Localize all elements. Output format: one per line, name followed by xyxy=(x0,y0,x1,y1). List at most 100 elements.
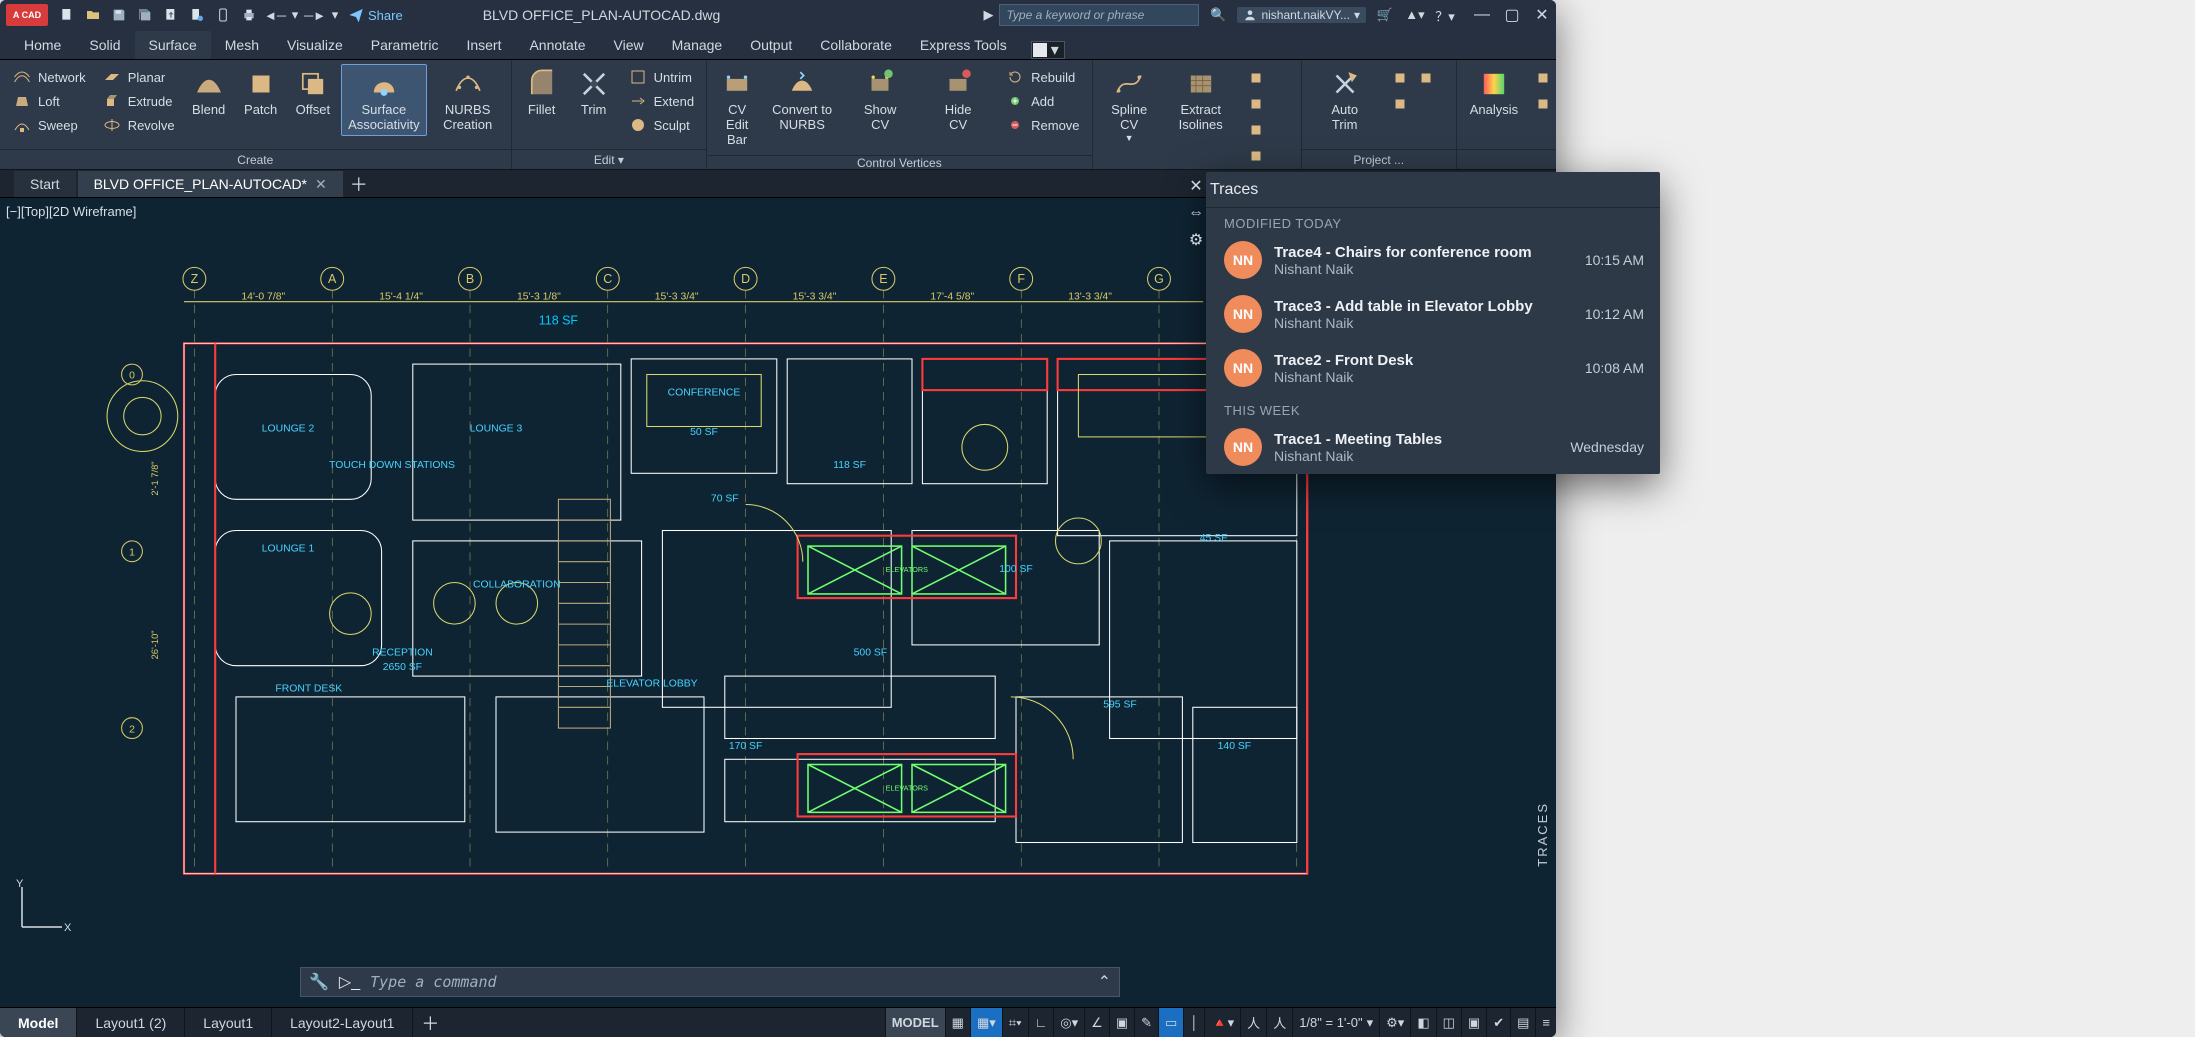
status-gear-icon[interactable]: ⚙▾ xyxy=(1379,1008,1410,1037)
autodesk-icon[interactable]: ▲▾ xyxy=(1404,4,1426,26)
close-button[interactable]: ✕ xyxy=(1528,5,1556,25)
file-tab[interactable]: BLVD OFFICE_PLAN-AUTOCAD*✕ xyxy=(78,171,343,197)
ribbon-analysis-button[interactable]: Analysis xyxy=(1463,64,1525,121)
trace-item[interactable]: NNTrace4 - Chairs for conference roomNis… xyxy=(1206,233,1660,287)
ribbon-untrim-button[interactable]: Untrim xyxy=(624,66,698,88)
maximize-button[interactable]: ▢ xyxy=(1498,5,1526,25)
status-i3-icon[interactable]: ▣ xyxy=(1461,1008,1486,1037)
ribbon-add-button[interactable]: Add xyxy=(1001,90,1083,112)
menu-tab-mesh[interactable]: Mesh xyxy=(211,31,273,59)
status-scale[interactable]: 1/8" = 1'-0" ▾ xyxy=(1292,1008,1379,1037)
ribbon-cv-edit-bar-button[interactable]: CV Edit Bar xyxy=(713,64,761,151)
status-polar-icon[interactable]: ◎▾ xyxy=(1053,1008,1084,1037)
menu-tab-output[interactable]: Output xyxy=(736,31,806,59)
ribbon-sculpt-button[interactable]: Sculpt xyxy=(624,114,698,136)
qat-saveall-icon[interactable] xyxy=(134,4,156,26)
qat-mobile-icon[interactable] xyxy=(212,4,234,26)
menu-tab-home[interactable]: Home xyxy=(10,31,75,59)
ribbon-rebuild-button[interactable]: Rebuild xyxy=(1001,66,1083,88)
ribbon-planar-button[interactable]: Planar xyxy=(98,66,179,88)
ribbon-remove-button[interactable]: Remove xyxy=(1001,114,1083,136)
share-button[interactable]: Share xyxy=(348,7,403,23)
command-line[interactable]: 🔧 ▷_ Type a command ⌃ xyxy=(300,967,1120,997)
search-icon[interactable]: 🔍 xyxy=(1207,4,1229,26)
layout-tab-layout1[interactable]: Layout1 xyxy=(185,1008,272,1037)
menu-tab-parametric[interactable]: Parametric xyxy=(357,31,453,59)
trace-item[interactable]: NNTrace2 - Front DeskNishant Naik10:08 A… xyxy=(1206,341,1660,395)
qat-open-icon[interactable] xyxy=(82,4,104,26)
menu-tab-manage[interactable]: Manage xyxy=(658,31,737,59)
qat-export-icon[interactable] xyxy=(160,4,182,26)
traces-pin-icon[interactable]: ⇔ xyxy=(1188,204,1204,222)
help-icon[interactable]: ？▾ xyxy=(1434,4,1456,26)
qat-save-icon[interactable] xyxy=(108,4,130,26)
ribbon-offset-button[interactable]: Offset xyxy=(289,64,337,121)
status-anno2-icon[interactable]: 人 xyxy=(1266,1008,1292,1037)
status-grid-icon[interactable]: ▦ xyxy=(945,1008,970,1037)
close-tab-icon[interactable]: ✕ xyxy=(315,176,327,193)
ribbon-extract-button[interactable]: ExtractIsolines xyxy=(1164,64,1238,136)
ribbon-auto-button[interactable]: AutoTrim xyxy=(1308,64,1382,136)
layout-tab-layout2-layout1[interactable]: Layout2-Layout1 xyxy=(272,1008,413,1037)
status-anno-icon[interactable]: 人 xyxy=(1240,1008,1266,1037)
qat-redo-drop-icon[interactable]: ▾ xyxy=(330,4,340,26)
menu-tab-annotate[interactable]: Annotate xyxy=(515,31,599,59)
ribbon-hide-button[interactable]: HideCV xyxy=(921,64,995,136)
ribbon-fillet-button[interactable]: Fillet xyxy=(518,64,566,121)
qat-print-icon[interactable] xyxy=(238,4,260,26)
status-model[interactable]: MODEL xyxy=(885,1008,945,1037)
traces-close-icon[interactable]: ✕ xyxy=(1189,176,1202,196)
status-dyn-icon[interactable]: ✎ xyxy=(1134,1008,1158,1037)
status-ws-icon[interactable]: 🔺▾ xyxy=(1204,1008,1240,1037)
ribbon-surface-button[interactable]: SurfaceAssociativity xyxy=(341,64,427,136)
new-tab-button[interactable]: ＋ xyxy=(345,171,373,197)
cmd-history-icon[interactable]: ⌃ xyxy=(1098,972,1111,992)
status-i5-icon[interactable]: ▤ xyxy=(1510,1008,1535,1037)
ribbon-mini-cv-icon[interactable] xyxy=(1244,118,1268,142)
trace-item[interactable]: NNTrace1 - Meeting TablesNishant NaikWed… xyxy=(1206,420,1660,474)
layout-tab-model[interactable]: Model xyxy=(0,1008,77,1037)
ribbon-sweep-button[interactable]: Sweep xyxy=(8,114,90,136)
search-input[interactable]: Type a keyword or phrase xyxy=(999,4,1199,26)
menu-tab-view[interactable]: View xyxy=(600,31,658,59)
play-icon[interactable]: ▶ xyxy=(983,7,993,23)
ribbon-extend-button[interactable]: Extend xyxy=(624,90,698,112)
ribbon-loft-button[interactable]: Loft xyxy=(8,90,90,112)
ribbon-patch-button[interactable]: Patch xyxy=(237,64,285,121)
ribbon-trim-button[interactable]: Trim xyxy=(570,64,618,121)
minimize-button[interactable]: — xyxy=(1468,5,1496,25)
app-switch-toggle[interactable]: ▾ xyxy=(1031,41,1065,59)
ribbon-extrude-button[interactable]: Extrude xyxy=(98,90,179,112)
cmd-config-icon[interactable]: 🔧 xyxy=(309,972,329,992)
ribbon-mini-a3-icon[interactable] xyxy=(1531,92,1555,116)
qat-undo-icon[interactable]: ◄─ xyxy=(264,4,286,26)
file-tab[interactable]: Start xyxy=(14,171,76,197)
status-i2-icon[interactable]: ◫ xyxy=(1436,1008,1461,1037)
app-logo[interactable]: A CAD xyxy=(6,4,48,26)
ribbon-spline-cv-button[interactable]: Spline CV▼ xyxy=(1099,64,1160,146)
qat-undo-drop-icon[interactable]: ▾ xyxy=(290,4,300,26)
status-grid-drop-icon[interactable]: ▦▾ xyxy=(970,1008,1002,1037)
ribbon-revolve-button[interactable]: Revolve xyxy=(98,114,179,136)
layout-tab-layout1-2-[interactable]: Layout1 (2) xyxy=(77,1008,185,1037)
status-snap-icon[interactable]: ⌗▾ xyxy=(1002,1008,1028,1037)
status-i1-icon[interactable]: ◧ xyxy=(1410,1008,1435,1037)
add-layout-button[interactable]: ＋ xyxy=(413,1010,447,1036)
ribbon-show-button[interactable]: ShowCV xyxy=(843,64,917,136)
status-i4-icon[interactable]: ✔ xyxy=(1486,1008,1510,1037)
ucs-icon[interactable]: X Y xyxy=(12,877,72,937)
ribbon-mini-clamp-icon[interactable] xyxy=(1244,144,1268,168)
status-lwt-icon[interactable]: ▭ xyxy=(1158,1008,1183,1037)
menu-tab-insert[interactable]: Insert xyxy=(452,31,515,59)
menu-tab-visualize[interactable]: Visualize xyxy=(273,31,357,59)
ribbon-mini-p2-icon[interactable] xyxy=(1414,66,1438,90)
user-menu[interactable]: nishant.naikVY...▾ xyxy=(1237,7,1366,23)
status-osnap-icon[interactable]: ∠ xyxy=(1084,1008,1109,1037)
ribbon-mini-fit-icon[interactable] xyxy=(1244,92,1268,116)
ribbon-blend-button[interactable]: Blend xyxy=(185,64,233,121)
menu-tab-solid[interactable]: Solid xyxy=(75,31,134,59)
trace-item[interactable]: NNTrace3 - Add table in Elevator LobbyNi… xyxy=(1206,287,1660,341)
ribbon-mini-p3-icon[interactable] xyxy=(1388,92,1412,116)
menu-tab-surface[interactable]: Surface xyxy=(135,31,211,59)
ribbon-nurbs-button[interactable]: NURBSCreation xyxy=(431,64,505,136)
